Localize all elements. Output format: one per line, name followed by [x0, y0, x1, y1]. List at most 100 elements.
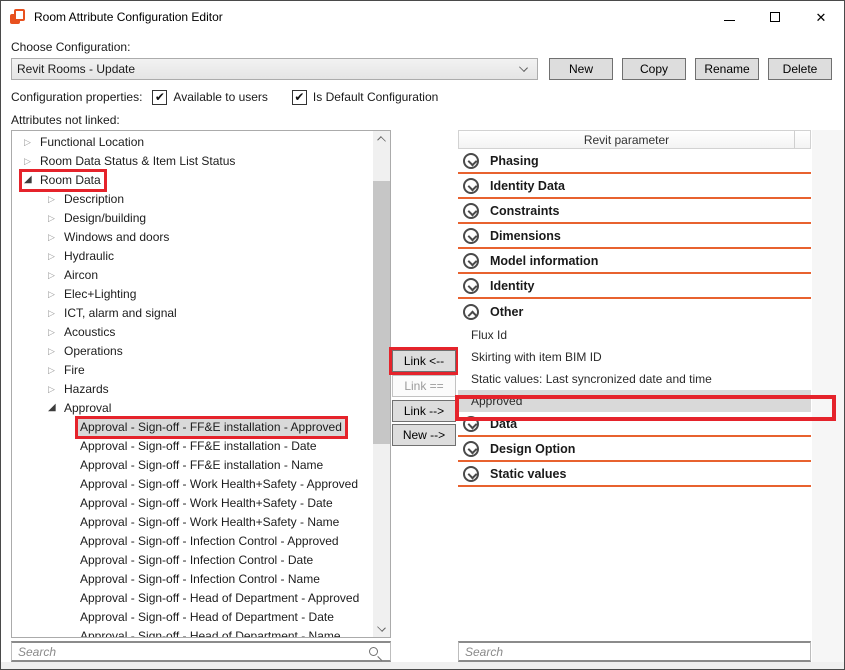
chevron-down-icon[interactable]	[463, 228, 479, 244]
tree-item-hazards[interactable]: ▷Hazards	[12, 380, 373, 399]
expand-icon[interactable]: ▷	[48, 195, 64, 204]
link-right-button[interactable]: Link -->	[392, 400, 456, 422]
rename-button[interactable]: Rename	[695, 58, 759, 80]
expand-icon[interactable]: ▷	[48, 252, 64, 261]
tree-item-approval-sign-off-work-health-safety-name[interactable]: Approval - Sign-off - Work Health+Safety…	[12, 513, 373, 532]
copy-button[interactable]: Copy	[622, 58, 686, 80]
configuration-properties-row: Configuration properties: ✔ Available to…	[11, 88, 452, 106]
param-group-design-option[interactable]: Design Option	[458, 437, 811, 462]
chevron-down-icon[interactable]	[463, 253, 479, 269]
chevron-down-icon[interactable]	[463, 441, 479, 457]
tree-item-content: ▷Acoustics	[46, 324, 118, 341]
link-equals-button[interactable]: Link ==	[392, 375, 456, 397]
expand-icon[interactable]: ▷	[48, 328, 64, 337]
close-button[interactable]: ✕	[798, 1, 844, 33]
tree-item-approval-sign-off-infection-control-approved[interactable]: Approval - Sign-off - Infection Control …	[12, 532, 373, 551]
tree-item-label: Design/building	[64, 211, 146, 225]
tree-item-functional-location[interactable]: ▷Functional Location	[12, 133, 373, 152]
param-item-skirting-with-item-bim-id[interactable]: Skirting with item BIM ID	[458, 346, 811, 368]
link-left-button[interactable]: Link <--	[392, 350, 456, 372]
tree-item-description[interactable]: ▷Description	[12, 190, 373, 209]
minimize-button[interactable]	[706, 1, 752, 33]
tree-item-content: Approval - Sign-off - FF&E installation …	[78, 457, 326, 474]
param-group-phasing[interactable]: Phasing	[458, 149, 811, 174]
is-default-configuration-checkbox[interactable]: ✔	[292, 90, 307, 105]
tree-item-approval-sign-off-infection-control-name[interactable]: Approval - Sign-off - Infection Control …	[12, 570, 373, 589]
tree-item-approval-sign-off-ff-e-installation-name[interactable]: Approval - Sign-off - FF&E installation …	[12, 456, 373, 475]
tree-item-approval-sign-off-work-health-safety-date[interactable]: Approval - Sign-off - Work Health+Safety…	[12, 494, 373, 513]
tree-item-label: Approval - Sign-off - FF&E installation …	[80, 458, 323, 472]
tree-item-label: Approval - Sign-off - Infection Control …	[80, 534, 339, 548]
param-item-label: Static values: Last syncronized date and…	[471, 372, 712, 386]
expand-icon[interactable]: ▷	[48, 214, 64, 223]
tree-item-label: Approval - Sign-off - Work Health+Safety…	[80, 496, 333, 510]
tree-item-approval-sign-off-infection-control-date[interactable]: Approval - Sign-off - Infection Control …	[12, 551, 373, 570]
new-right-button[interactable]: New -->	[392, 424, 456, 446]
tree-item-approval-sign-off-head-of-department-name[interactable]: Approval - Sign-off - Head of Department…	[12, 627, 373, 638]
chevron-down-icon[interactable]	[463, 278, 479, 294]
expand-icon[interactable]: ▷	[24, 138, 40, 147]
chevron-down-icon[interactable]	[463, 203, 479, 219]
scroll-up-icon[interactable]	[377, 136, 386, 145]
tree-item-windows-and-doors[interactable]: ▷Windows and doors	[12, 228, 373, 247]
chevron-down-icon[interactable]	[463, 153, 479, 169]
tree-item-room-data[interactable]: ◢Room Data	[12, 171, 373, 190]
tree-item-label: Fire	[64, 363, 85, 377]
tree-item-acoustics[interactable]: ▷Acoustics	[12, 323, 373, 342]
chevron-down-icon[interactable]	[463, 178, 479, 194]
delete-button[interactable]: Delete	[768, 58, 832, 80]
chevron-down-icon[interactable]	[463, 466, 479, 482]
tree-item-approval-sign-off-head-of-department-date[interactable]: Approval - Sign-off - Head of Department…	[12, 608, 373, 627]
tree-item-content: ▷Aircon	[46, 267, 101, 284]
tree-item-ict-alarm-and-signal[interactable]: ▷ICT, alarm and signal	[12, 304, 373, 323]
chevron-up-icon[interactable]	[463, 304, 479, 320]
tree-item-design-building[interactable]: ▷Design/building	[12, 209, 373, 228]
expand-icon[interactable]: ▷	[48, 347, 64, 356]
param-group-dimensions[interactable]: Dimensions	[458, 224, 811, 249]
tree-item-aircon[interactable]: ▷Aircon	[12, 266, 373, 285]
bottom-margin	[1, 662, 844, 670]
tree-item-room-data-status-item-list-status[interactable]: ▷Room Data Status & Item List Status	[12, 152, 373, 171]
window-controls: ✕	[706, 1, 844, 33]
expand-icon[interactable]: ▷	[48, 385, 64, 394]
collapse-icon[interactable]: ◢	[48, 403, 64, 413]
collapse-icon[interactable]: ◢	[24, 175, 40, 185]
available-to-users-checkbox[interactable]: ✔	[152, 90, 167, 105]
tree-item-operations[interactable]: ▷Operations	[12, 342, 373, 361]
attributes-search-input[interactable]	[12, 645, 369, 659]
expand-icon[interactable]: ▷	[48, 233, 64, 242]
tree-item-approval-sign-off-work-health-safety-approved[interactable]: Approval - Sign-off - Work Health+Safety…	[12, 475, 373, 494]
tree-item-approval-sign-off-ff-e-installation-approved[interactable]: Approval - Sign-off - FF&E installation …	[12, 418, 373, 437]
expand-icon[interactable]: ▷	[48, 271, 64, 280]
param-item-static-values-last-syncronized-date-and-time[interactable]: Static values: Last syncronized date and…	[458, 368, 811, 390]
configuration-properties-label: Configuration properties:	[11, 90, 142, 104]
scroll-down-icon[interactable]	[377, 623, 386, 632]
tree-item-approval-sign-off-ff-e-installation-date[interactable]: Approval - Sign-off - FF&E installation …	[12, 437, 373, 456]
tree-item-label: Operations	[64, 344, 123, 358]
maximize-button[interactable]	[752, 1, 798, 33]
param-item-flux-id[interactable]: Flux Id	[458, 324, 811, 346]
expand-icon[interactable]: ▷	[48, 309, 64, 318]
configuration-dropdown[interactable]: Revit Rooms - Update	[11, 58, 538, 80]
expand-icon[interactable]: ▷	[24, 157, 40, 166]
tree-item-fire[interactable]: ▷Fire	[12, 361, 373, 380]
param-group-identity-data[interactable]: Identity Data	[458, 174, 811, 199]
new-button[interactable]: New	[549, 58, 613, 80]
tree-item-elec-lighting[interactable]: ▷Elec+Lighting	[12, 285, 373, 304]
param-group-label: Identity	[490, 279, 534, 293]
param-group-static-values[interactable]: Static values	[458, 462, 811, 487]
tree-item-approval-sign-off-head-of-department-approved[interactable]: Approval - Sign-off - Head of Department…	[12, 589, 373, 608]
expand-icon[interactable]: ▷	[48, 290, 64, 299]
tree-item-hydraulic[interactable]: ▷Hydraulic	[12, 247, 373, 266]
param-group-identity[interactable]: Identity	[458, 274, 811, 299]
tree-item-approval[interactable]: ◢Approval	[12, 399, 373, 418]
expand-icon[interactable]: ▷	[48, 366, 64, 375]
param-group-model-information[interactable]: Model information	[458, 249, 811, 274]
revit-parameter-search-input[interactable]	[459, 645, 810, 659]
tree-scrollbar[interactable]	[373, 131, 390, 637]
param-group-other[interactable]: Other	[458, 299, 811, 324]
param-group-constraints[interactable]: Constraints	[458, 199, 811, 224]
tree-item-label: Approval - Sign-off - FF&E installation …	[80, 420, 342, 434]
scrollbar-thumb[interactable]	[373, 181, 390, 444]
revit-parameter-header[interactable]: Revit parameter	[458, 130, 811, 149]
